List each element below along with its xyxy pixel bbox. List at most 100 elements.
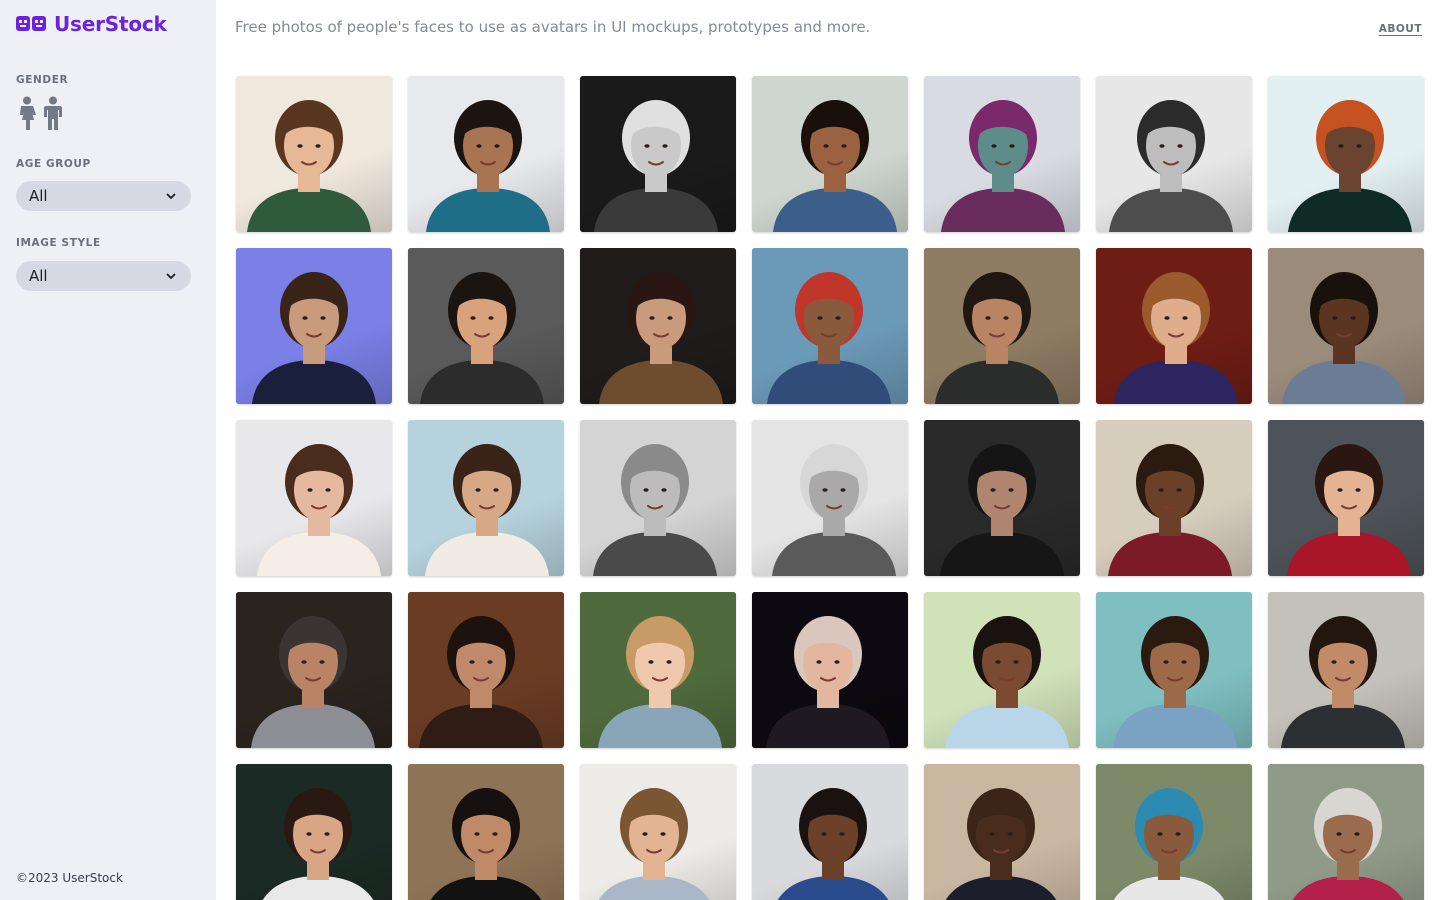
eye (834, 660, 840, 664)
eye (1007, 832, 1013, 836)
avatar-photo[interactable] (408, 248, 564, 404)
eye (1337, 488, 1343, 492)
eye (1159, 144, 1165, 148)
avatar-photo[interactable] (1268, 764, 1424, 900)
image-style-label: IMAGE STYLE (16, 237, 101, 249)
shirt (1281, 704, 1405, 748)
avatar-photo[interactable] (1096, 592, 1252, 748)
eye (1003, 316, 1009, 320)
shirt (599, 360, 723, 404)
male-person-icon[interactable] (42, 96, 64, 130)
avatar-photo[interactable] (580, 76, 736, 232)
shirt (940, 532, 1064, 576)
avatar-photo[interactable] (236, 76, 392, 232)
avatar-photo[interactable] (752, 592, 908, 748)
eye (667, 316, 673, 320)
eye (822, 488, 828, 492)
avatar-photo[interactable] (1096, 420, 1252, 576)
avatar-photo[interactable] (408, 420, 564, 576)
avatar-photo[interactable] (924, 76, 1080, 232)
shirt (767, 360, 891, 404)
eye (1008, 488, 1014, 492)
about-link[interactable]: ABOUT (1379, 23, 1422, 35)
person-portrait (773, 100, 897, 232)
person-portrait (1113, 788, 1225, 900)
eye (297, 144, 303, 148)
eye (1157, 832, 1163, 836)
avatar-photo[interactable] (1096, 248, 1252, 404)
eye (661, 488, 667, 492)
avatar-photo[interactable] (752, 248, 908, 404)
avatar-photo[interactable] (580, 248, 736, 404)
avatar-photo[interactable] (924, 420, 1080, 576)
avatar-photo[interactable] (408, 764, 564, 900)
eye (325, 488, 331, 492)
avatar-photo[interactable] (580, 420, 736, 576)
age-group-select[interactable]: All (16, 181, 191, 211)
image-style-select[interactable]: All (16, 261, 191, 291)
person-portrait (1113, 616, 1237, 748)
person-portrait (945, 616, 1069, 748)
eye (476, 144, 482, 148)
avatar-photo[interactable] (752, 76, 908, 232)
shirt (1108, 532, 1232, 576)
shirt (766, 704, 890, 748)
eye (1181, 660, 1187, 664)
avatar-photo[interactable] (752, 420, 908, 576)
avatar-photo[interactable] (1268, 592, 1424, 748)
eye (1177, 144, 1183, 148)
age-group-value: All (29, 187, 48, 205)
person-portrait (599, 272, 723, 404)
avatar-photo[interactable] (1268, 248, 1424, 404)
female-person-icon[interactable] (16, 96, 38, 130)
shirt (935, 360, 1059, 404)
avatar-photo[interactable] (1096, 76, 1252, 232)
avatar-photo[interactable] (408, 592, 564, 748)
eye (662, 144, 668, 148)
eye (302, 316, 308, 320)
shirt (594, 188, 718, 232)
brand-logo[interactable]: UserStock (16, 12, 167, 36)
avatar-photo[interactable] (236, 592, 392, 748)
person-portrait (426, 100, 550, 232)
person-portrait (1281, 616, 1405, 748)
eye (1350, 316, 1356, 320)
shirt (1109, 188, 1233, 232)
person-portrait (420, 272, 544, 404)
avatar-photo[interactable] (752, 764, 908, 900)
eye (306, 832, 312, 836)
sidebar: UserStock GENDER AGE GROUP All IMAGE STY… (0, 0, 216, 900)
avatar-photo[interactable] (580, 592, 736, 748)
avatar-photo[interactable] (1096, 764, 1252, 900)
avatar-photo[interactable] (580, 764, 736, 900)
avatar-photo[interactable] (236, 248, 392, 404)
avatar-photo[interactable] (236, 764, 392, 900)
eye (990, 488, 996, 492)
eye (493, 488, 499, 492)
eye (1009, 144, 1015, 148)
shirt (1282, 360, 1406, 404)
avatar-photo[interactable] (408, 76, 564, 232)
person-portrait (425, 444, 549, 576)
person-portrait (945, 788, 1057, 900)
avatar-photo[interactable] (1268, 420, 1424, 576)
eye (643, 488, 649, 492)
gender-label: GENDER (16, 74, 69, 86)
person-portrait (247, 100, 371, 232)
eye (823, 144, 829, 148)
avatar-photo[interactable] (1268, 76, 1424, 232)
avatar-photo[interactable] (924, 248, 1080, 404)
avatar-photo[interactable] (924, 764, 1080, 900)
avatar-photo[interactable] (236, 420, 392, 576)
person-portrait (262, 788, 374, 900)
copyright-footer: ©2023 UserStock (16, 871, 123, 885)
person-portrait (940, 444, 1064, 576)
shirt (425, 532, 549, 576)
person-portrait (593, 444, 717, 576)
eye (319, 660, 325, 664)
chevron-down-icon (166, 273, 176, 279)
photo-grid (236, 76, 1424, 900)
person-portrait (251, 616, 375, 748)
eye (492, 832, 498, 836)
avatar-photo[interactable] (924, 592, 1080, 748)
